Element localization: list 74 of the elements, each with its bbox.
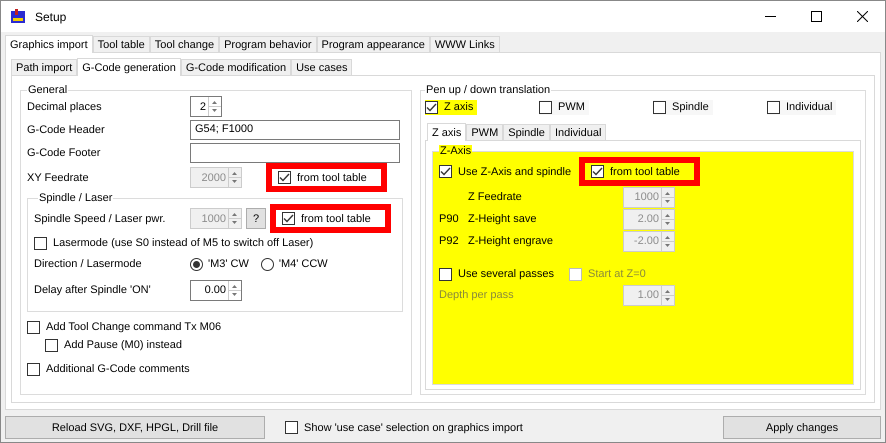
tab[interactable]: WWW Links <box>430 36 500 52</box>
input-field[interactable] <box>190 143 400 163</box>
checkbox[interactable] <box>591 165 604 178</box>
checkbox[interactable] <box>27 362 40 376</box>
number-spinner[interactable]: 2 <box>190 96 222 117</box>
tab[interactable]: Program behavior <box>219 36 316 52</box>
checkbox-label: Add Tool Change command Tx M06 <box>46 321 222 333</box>
tab[interactable]: Program appearance <box>316 36 430 52</box>
tab[interactable]: Individual <box>550 124 606 140</box>
spin-arrows-icon[interactable] <box>208 97 221 116</box>
number-spinner[interactable]: 0.00 <box>190 280 242 300</box>
group-title: General <box>27 84 68 96</box>
checkbox-label: Spindle <box>672 101 709 113</box>
tab[interactable]: G-Code generation <box>77 58 181 76</box>
code-label: P92 <box>439 235 460 247</box>
window-title: Setup <box>35 10 68 24</box>
tab[interactable]: Path import <box>11 59 78 75</box>
tab[interactable]: Z axis <box>427 123 466 141</box>
radio-button[interactable] <box>260 258 274 270</box>
radio-label: 'M3' CW <box>208 258 249 270</box>
group-title: Spindle / Laser <box>38 192 114 204</box>
tab[interactable]: Tool change <box>150 36 220 52</box>
checkbox[interactable] <box>45 338 58 352</box>
field-label: G-Code Footer <box>27 147 102 159</box>
field-label: Decimal places <box>27 100 103 112</box>
checkbox[interactable] <box>767 100 780 114</box>
app-icon <box>9 8 27 26</box>
checkbox-label: from tool table <box>301 212 371 224</box>
radio-button[interactable] <box>190 258 203 270</box>
field-label: Z-Height save <box>468 213 538 225</box>
checkbox[interactable] <box>34 236 47 250</box>
checkbox-label: Show 'use case' selection on graphics import <box>304 422 523 434</box>
group-title: Z-Axis <box>439 145 472 157</box>
field-label: Depth per pass <box>439 289 515 301</box>
reload-button[interactable]: Reload SVG, DXF, HPGL, Drill file <box>5 416 265 439</box>
checkbox-label: Lasermode (use S0 instead of M5 to switch off Laser) <box>53 237 314 249</box>
checkbox[interactable] <box>285 421 298 434</box>
spin-arrows-icon[interactable] <box>228 280 241 300</box>
checkbox-label: PWM <box>558 101 585 113</box>
checkbox-label: Z axis <box>444 101 474 113</box>
checkbox[interactable] <box>439 165 452 178</box>
group-title: Pen up / down translation <box>425 84 552 96</box>
checkbox-label: Add Pause (M0) instead <box>64 339 182 351</box>
field-label: G-Code Header <box>27 124 106 136</box>
checkbox-label: from tool table <box>297 172 367 184</box>
input-field[interactable]: G54; F1000 <box>190 120 400 140</box>
tab[interactable]: Spindle <box>503 124 550 140</box>
tab[interactable]: Graphics import <box>5 35 93 53</box>
checkbox[interactable] <box>539 100 552 114</box>
field-label: Z-Height engrave <box>468 235 554 247</box>
checkbox[interactable] <box>439 268 452 280</box>
checkbox-label: Use several passes <box>458 268 554 280</box>
close-icon[interactable] <box>856 11 868 22</box>
checkbox-label: Additional G-Code comments <box>46 363 190 375</box>
checkbox-label: from tool table <box>610 166 680 178</box>
checkbox-label: Individual <box>786 101 832 113</box>
checkbox[interactable] <box>653 100 666 114</box>
checkbox[interactable] <box>27 320 40 334</box>
maximize-icon[interactable] <box>810 11 822 22</box>
field-label: Delay after Spindle 'ON' <box>34 284 152 296</box>
field-label: Spindle Speed / Laser pwr. <box>34 212 166 224</box>
checkbox[interactable] <box>425 100 438 114</box>
tab[interactable]: Use cases <box>291 59 352 75</box>
code-label: P90 <box>439 213 460 225</box>
radio-label: 'M4' CCW <box>278 258 328 270</box>
apply-button[interactable]: Apply changes <box>723 416 881 439</box>
checkbox-label: Start at Z=0 <box>588 268 646 280</box>
tab[interactable]: G-Code modification <box>180 59 292 75</box>
field-label: Direction / Lasermode <box>34 258 143 270</box>
tab[interactable]: PWM <box>466 124 504 140</box>
tab[interactable]: Tool table <box>92 36 150 52</box>
field-label: XY Feedrate <box>27 172 90 184</box>
field-label: Z Feedrate <box>468 191 523 203</box>
checkbox-label: Use Z-Axis and spindle <box>458 166 572 178</box>
